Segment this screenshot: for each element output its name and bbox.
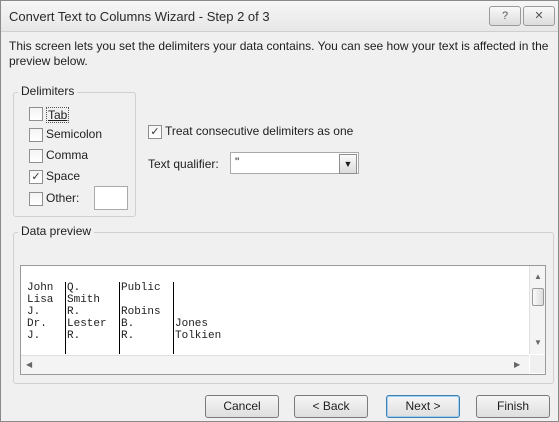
tab-label[interactable]: Tab — [46, 107, 70, 123]
tab-checkbox[interactable] — [29, 107, 43, 121]
preview-cell: J. — [27, 330, 41, 342]
text-qualifier-label: Text qualifier: — [148, 157, 219, 171]
preview-cell: Lester — [67, 318, 107, 330]
scroll-up-icon[interactable]: ▲ — [534, 272, 542, 281]
check-mark-icon: ✓ — [150, 126, 160, 138]
chevron-down-icon[interactable]: ▼ — [339, 154, 357, 174]
text-qualifier-select[interactable]: " ▼ — [230, 152, 359, 174]
vertical-scrollbar[interactable]: ▲ ▼ — [529, 266, 545, 354]
semicolon-checkbox[interactable] — [29, 128, 43, 142]
scroll-left-icon[interactable]: ◀ — [26, 360, 32, 369]
column-break-line[interactable] — [173, 282, 174, 354]
preview-cell: Public — [121, 282, 161, 294]
scroll-right-icon[interactable]: ▶ — [514, 360, 520, 369]
consecutive-checkbox[interactable]: ✓ — [148, 125, 162, 139]
scroll-down-icon[interactable]: ▼ — [534, 338, 542, 347]
delimiters-group-label: Delimiters — [18, 84, 78, 98]
preview-cell: R. — [67, 330, 81, 342]
preview-cell: Robins — [121, 306, 161, 318]
preview-cell: B. — [121, 318, 135, 330]
text-qualifier-value: " — [235, 155, 240, 169]
scroll-thumb[interactable] — [532, 288, 544, 306]
space-checkbox[interactable]: ✓ — [29, 170, 43, 184]
preview-cell: Q. — [67, 282, 81, 294]
preview-cell: R. — [121, 330, 135, 342]
other-label[interactable]: Other: — [46, 191, 79, 205]
finish-button[interactable]: Finish — [476, 395, 550, 418]
other-checkbox[interactable] — [29, 192, 43, 206]
check-mark-icon: ✓ — [31, 171, 41, 183]
preview-cell: Smith — [67, 294, 101, 306]
scrollbar-corner — [530, 355, 545, 373]
data-preview-label: Data preview — [18, 224, 95, 238]
space-label[interactable]: Space — [46, 169, 80, 183]
consecutive-label[interactable]: Treat consecutive delimiters as one — [165, 124, 353, 138]
dialog-title: Convert Text to Columns Wizard - Step 2 … — [9, 9, 270, 24]
preview-cell: R. — [67, 306, 81, 318]
help-button[interactable]: ? — [489, 6, 521, 26]
description-text: This screen lets you set the delimiters … — [9, 39, 549, 68]
preview-cell: John — [27, 282, 54, 294]
next-button[interactable]: Next > — [386, 395, 460, 418]
preview-cell: Jones — [175, 318, 209, 330]
close-button[interactable]: ✕ — [523, 6, 555, 26]
other-delimiter-input[interactable] — [94, 186, 128, 210]
comma-checkbox[interactable] — [29, 149, 43, 163]
cancel-button[interactable]: Cancel — [205, 395, 279, 418]
title-bar: Convert Text to Columns Wizard - Step 2 … — [1, 1, 558, 32]
horizontal-scrollbar[interactable]: ◀ ▶ — [21, 355, 529, 374]
semicolon-label[interactable]: Semicolon — [46, 127, 102, 141]
comma-label[interactable]: Comma — [46, 148, 88, 162]
preview-cell: Lisa — [27, 294, 54, 306]
column-break-line[interactable] — [119, 282, 120, 354]
column-break-line[interactable] — [65, 282, 66, 354]
data-preview: John Q. Public Lisa Smith J. R. Robins Dr. Lester… — [20, 265, 546, 375]
preview-cell: J. — [27, 306, 41, 318]
preview-cell: Dr. — [27, 318, 47, 330]
preview-cell: Tolkien — [175, 330, 222, 342]
wizard-dialog: Convert Text to Columns Wizard - Step 2 … — [0, 0, 559, 422]
preview-grid: John Q. Public Lisa Smith J. R. Robins Dr. Lester… — [21, 266, 529, 354]
back-button[interactable]: < Back — [294, 395, 368, 418]
